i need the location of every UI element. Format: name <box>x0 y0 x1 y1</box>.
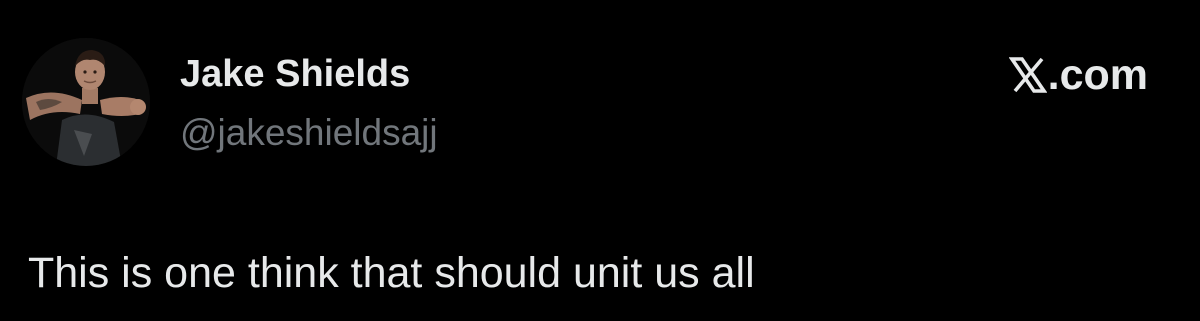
brand-domain-suffix: .com <box>1047 51 1148 99</box>
avatar[interactable] <box>22 38 150 166</box>
tweet-card: Jake Shields @jakeshieldsajj .com This i… <box>0 0 1200 321</box>
display-name[interactable]: Jake Shields <box>180 51 410 97</box>
brand-watermark: .com <box>1008 51 1148 99</box>
user-handle[interactable]: @jakeshieldsajj <box>180 110 438 156</box>
x-logo-icon <box>1008 56 1047 94</box>
tweet-text: This is one think that should unit us al… <box>28 249 755 297</box>
avatar-photo <box>22 38 150 166</box>
